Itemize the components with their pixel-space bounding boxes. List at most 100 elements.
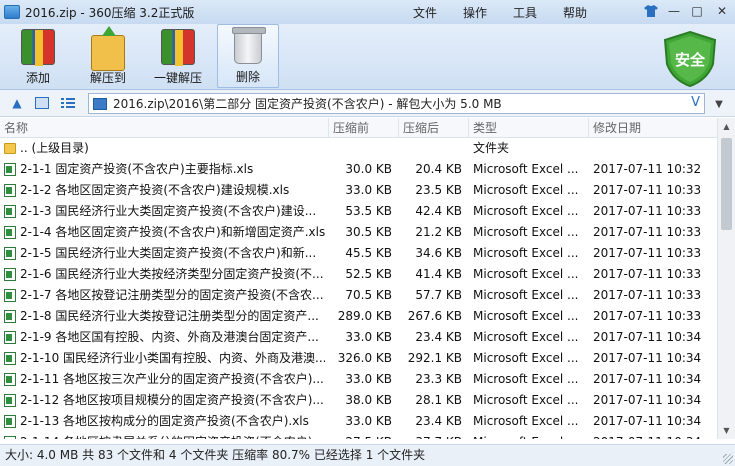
vertical-scrollbar[interactable]: ▲ ▼ [717, 118, 735, 439]
file-compressed-size: 21.2 KB [415, 225, 462, 239]
file-row[interactable]: 2-1-7 各地区按登记注册类型分的固定资产投资(不含农... 70.5 KB 57… [0, 285, 717, 306]
column-date[interactable]: 修改日期 [588, 118, 717, 138]
address-dropdown-icon[interactable]: ▼ [708, 95, 730, 114]
column-type[interactable]: 类型 [468, 118, 588, 138]
close-button[interactable]: ✕ [709, 1, 735, 21]
one-click-extract-icon [161, 29, 195, 66]
minimize-button[interactable]: — [663, 1, 685, 21]
shirt-icon[interactable] [640, 1, 662, 21]
file-compressed-size: 28.1 KB [415, 393, 462, 407]
file-size: 289.0 KB [337, 309, 392, 323]
excel-file-icon [4, 331, 16, 344]
file-type: Microsoft Excel ... [473, 288, 579, 302]
menu-file[interactable]: 文件 [400, 4, 450, 21]
file-row[interactable]: 2-1-1 固定资产投资(不含农户)主要指标.xls 30.0 KB 20.4 KB… [0, 159, 717, 180]
file-name: 2-1-10 国民经济行业小类国有控股、内资、外商及港澳... [20, 351, 325, 365]
file-row[interactable]: 2-1-8 国民经济行业大类按登记注册类型分的固定资产... 289.0 KB 26… [0, 306, 717, 327]
file-name: 2-1-1 固定资产投资(不含农户)主要指标.xls [20, 162, 254, 176]
address-v-icon[interactable]: V [691, 95, 700, 110]
extract-to-button[interactable]: 解压到 [77, 24, 139, 88]
file-row[interactable]: 2-1-12 各地区按项目规模分的固定资产投资(不含农户)... 38.0 KB 2… [0, 390, 717, 411]
file-row[interactable]: 2-1-6 国民经济行业大类按经济类型分固定资产投资(不... 52.5 KB 41… [0, 264, 717, 285]
file-name: 2-1-4 各地区固定资产投资(不含农户)和新增固定资产.xls [20, 225, 325, 239]
maximize-button[interactable]: □ [686, 1, 708, 21]
file-name: 2-1-9 各地区国有控股、内资、外商及港澳台固定资产... [20, 330, 319, 344]
file-size [330, 138, 392, 159]
file-row[interactable]: 2-1-9 各地区国有控股、内资、外商及港澳台固定资产... 33.0 KB 23.… [0, 327, 717, 348]
file-type: Microsoft Excel ... [473, 183, 579, 197]
file-date [593, 138, 715, 159]
file-date: 2017-07-11 10:32 [593, 162, 702, 176]
delete-button[interactable]: 删除 [217, 24, 279, 88]
window-title: 2016.zip - 360压缩 3.2正式版 [25, 5, 195, 20]
up-arrow-icon[interactable]: ▲ [9, 96, 25, 110]
excel-file-icon [4, 247, 16, 260]
file-row[interactable]: 2-1-14 各地区按隶属关系分的固定资产投资(不含农户)... 27.5 KB 3… [0, 432, 717, 439]
file-row[interactable]: 2-1-13 各地区按构成分的固定资产投资(不含农户).xls 33.0 KB 23… [0, 411, 717, 432]
file-size: 33.0 KB [345, 330, 392, 344]
column-headers: 名称 压缩前 压缩后 类型 修改日期 [0, 118, 717, 138]
file-size: 53.5 KB [345, 204, 392, 218]
column-compressed[interactable]: 压缩后 [398, 118, 468, 138]
file-date: 2017-07-11 10:33 [593, 225, 702, 239]
file-date: 2017-07-11 10:34 [593, 351, 702, 365]
file-compressed-size: 23.4 KB [415, 330, 462, 344]
file-date: 2017-07-11 10:33 [593, 288, 702, 302]
file-row[interactable]: 2-1-4 各地区固定资产投资(不含农户)和新增固定资产.xls 30.5 KB 2… [0, 222, 717, 243]
file-size: 33.0 KB [345, 372, 392, 386]
file-list: .. (上级目录) 文件夹 2-1-1 固定资产投资(不含农户)主要指标.xls 30… [0, 138, 717, 439]
column-size[interactable]: 压缩前 [328, 118, 398, 138]
file-type: Microsoft Excel ... [473, 372, 579, 386]
file-name: 2-1-13 各地区按构成分的固定资产投资(不含农户).xls [20, 414, 309, 428]
add-button[interactable]: 添加 [7, 24, 69, 88]
extract-label: 解压到 [89, 71, 126, 85]
file-size: 45.5 KB [345, 246, 392, 260]
address-bar: ▲ 2016.zip\2016\第二部分 固定资产投资(不含农户) - 解包大小… [0, 90, 735, 117]
file-name: 2-1-12 各地区按项目规模分的固定资产投资(不含农户)... [20, 393, 324, 407]
file-size: 33.0 KB [345, 183, 392, 197]
file-type: Microsoft Excel ... [473, 432, 583, 439]
file-row[interactable]: 2-1-5 国民经济行业大类固定资产投资(不含农户)和新... 45.5 KB 34… [0, 243, 717, 264]
scroll-up-icon[interactable]: ▲ [718, 118, 735, 135]
delete-label: 删除 [235, 70, 260, 84]
resize-grip-icon[interactable] [723, 454, 733, 464]
file-type: Microsoft Excel ... [473, 351, 579, 365]
file-row[interactable]: 2-1-2 各地区固定资产投资(不含农户)建设规模.xls 33.0 KB 23.5… [0, 180, 717, 201]
scroll-thumb[interactable] [721, 138, 732, 230]
scroll-down-icon[interactable]: ▼ [718, 422, 735, 439]
file-name: 2-1-3 国民经济行业大类固定资产投资(不含农户)建设... [20, 204, 317, 218]
file-row[interactable]: 2-1-11 各地区按三次产业分的固定资产投资(不含农户)... 33.0 KB 2… [0, 369, 717, 390]
file-type: Microsoft Excel ... [473, 204, 579, 218]
extract-box-icon [91, 26, 125, 71]
list-view-icon[interactable] [60, 96, 76, 110]
one-click-extract-button[interactable]: 一键解压 [147, 24, 209, 88]
file-size: 30.5 KB [345, 225, 392, 239]
file-compressed-size: 57.7 KB [415, 288, 462, 302]
status-text: 大小: 4.0 MB 共 83 个文件和 4 个文件夹 压缩率 80.7% 已经… [5, 448, 426, 462]
file-type: Microsoft Excel ... [473, 309, 579, 323]
file-type: 文件夹 [473, 141, 510, 155]
excel-file-icon [4, 289, 16, 302]
column-name[interactable]: 名称 [0, 118, 328, 138]
excel-file-icon [4, 205, 16, 218]
file-size: 38.0 KB [345, 393, 392, 407]
view-icon[interactable] [34, 96, 50, 110]
file-compressed-size: 267.6 KB [407, 309, 462, 323]
file-type: Microsoft Excel ... [473, 330, 579, 344]
address-field[interactable]: 2016.zip\2016\第二部分 固定资产投资(不含农户) - 解包大小为 … [88, 93, 705, 114]
file-type: Microsoft Excel ... [473, 246, 579, 260]
file-name: 2-1-11 各地区按三次产业分的固定资产投资(不含农户)... [20, 372, 324, 386]
file-date: 2017-07-11 10:34 [593, 372, 702, 386]
file-row[interactable]: 2-1-3 国民经济行业大类固定资产投资(不含农户)建设... 53.5 KB 42… [0, 201, 717, 222]
menu-help[interactable]: 帮助 [550, 4, 600, 21]
file-type: Microsoft Excel ... [473, 267, 579, 281]
menu-operate[interactable]: 操作 [450, 4, 500, 21]
excel-file-icon [4, 226, 16, 239]
menu-tools[interactable]: 工具 [500, 4, 550, 21]
file-row[interactable]: 2-1-10 国民经济行业小类国有控股、内资、外商及港澳... 326.0 KB 2… [0, 348, 717, 369]
file-name: 2-1-6 国民经济行业大类按经济类型分固定资产投资(不... [20, 267, 324, 281]
file-compressed-size: 37.7 KB [400, 432, 462, 439]
security-shield-button[interactable]: 安全 [661, 30, 719, 88]
file-row[interactable]: .. (上级目录) 文件夹 [0, 138, 717, 159]
file-compressed-size: 34.6 KB [415, 246, 462, 260]
